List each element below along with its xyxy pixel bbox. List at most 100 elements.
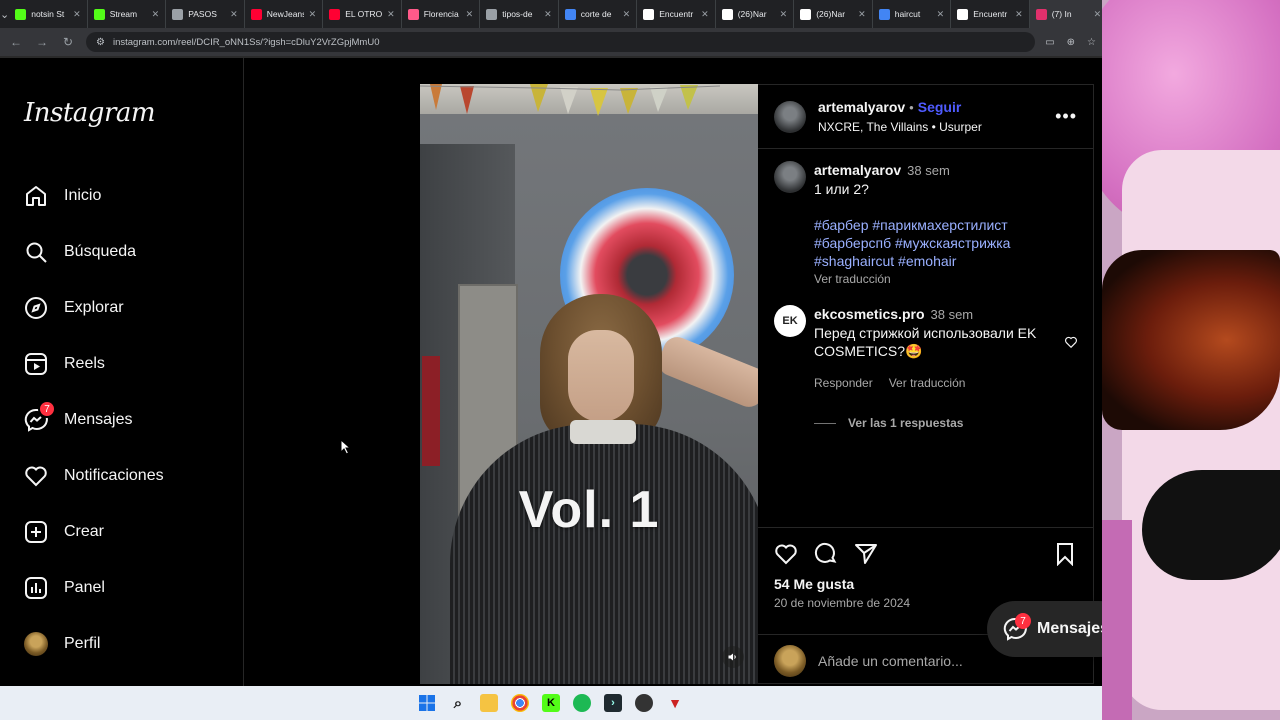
hashtag-line[interactable]: #shaghaircut #emohair [814,252,1010,270]
browser-tab[interactable]: Stream ✕ [88,0,167,28]
author-username[interactable]: artemalyarov [818,99,905,115]
tab-title: Encuentr [659,9,694,19]
sidebar-item-notificaciones[interactable]: Notificaciones [0,448,243,504]
instagram-sidebar: Instagram Inicio Búsqueda Explorar Reels Men… [0,58,244,686]
sidebar-item-label: Inicio [64,187,102,204]
hashtag-line[interactable]: #барбер #парикмахерстилист [814,216,1010,234]
close-tab-icon[interactable]: ✕ [623,9,631,20]
post-actions [774,542,1077,566]
kick-app-icon[interactable]: K [542,694,560,712]
chart-icon [25,577,47,599]
browser-tab[interactable]: notsin St ✕ [9,0,88,28]
post-header: artemalyarov • Seguir NXCRE, The Villains … [758,85,1093,149]
reel-overlay-text: Vol. 1 [518,481,660,539]
tab-title: EL OTRO [345,9,383,19]
browser-tab[interactable]: corte de ✕ [559,0,638,28]
browser-tab[interactable]: (7) In ✕ [1029,0,1102,28]
reload-icon[interactable]: ↻ [60,35,76,49]
spotify-icon[interactable] [573,694,591,712]
windows-start-icon[interactable] [418,694,436,712]
save-bookmark-icon[interactable] [1053,542,1077,566]
browser-tab[interactable]: Encuentr ✕ [637,0,716,28]
reply-link[interactable]: Responder [814,374,873,392]
close-tab-icon[interactable]: ✕ [1094,9,1102,20]
comment-item: EK ekcosmetics.pro 38 sem Перед стрижкой … [774,305,1078,432]
close-tab-icon[interactable]: ✕ [387,9,395,20]
site-info-icon[interactable]: ⚙ [96,37,105,48]
more-options-icon[interactable]: ••• [1055,106,1077,127]
browser-tab[interactable]: EL OTRO ✕ [323,0,402,28]
back-arrow-icon[interactable]: ← [8,35,24,49]
browser-tab[interactable]: Encuentr ✕ [951,0,1030,28]
reel-video[interactable]: Vol. 1 [420,84,758,684]
browser-tab[interactable]: PASOS ✕ [166,0,245,28]
close-tab-icon[interactable]: ✕ [937,9,945,20]
share-paper-plane-icon[interactable] [854,542,878,566]
sidebar-item-perfil[interactable]: Perfil [0,616,243,672]
browser-tab[interactable]: haircut ✕ [873,0,952,28]
browser-tab[interactable]: (26)Nar ✕ [794,0,873,28]
browser-tab[interactable]: tipos-de ✕ [480,0,559,28]
browser-tab[interactable]: (26)Nar ✕ [716,0,795,28]
volume-icon[interactable] [722,646,744,668]
comment-translate-link[interactable]: Ver traducción [889,374,966,392]
sidebar-item-panel[interactable]: Panel [0,560,243,616]
sidebar-item-explorar[interactable]: Explorar [0,280,243,336]
tab-list: notsin St ✕ Stream ✕ PASOS ✕ NewJeans ✕ EL OTRO ✕… [9,0,1102,28]
instagram-logo[interactable]: Instagram [24,98,156,128]
sidebar-item-inicio[interactable]: Inicio [0,168,243,224]
commenter-avatar[interactable]: EK [774,305,806,337]
sidebar-item-reels[interactable]: Reels [0,336,243,392]
sidebar-item-crear[interactable]: Crear [0,504,243,560]
tab-search-chevron-icon[interactable]: ⌄ [0,0,9,28]
kick-icon [93,8,105,20]
url-field[interactable]: ⚙ instagram.com/reel/DCIR_oNN1Ss/?igsh=c… [86,32,1036,52]
close-tab-icon[interactable]: ✕ [780,9,788,20]
my-avatar [774,644,806,677]
sidebar-item-busqueda[interactable]: Búsqueda [0,224,243,280]
app-red-icon[interactable]: ▼ [666,694,684,712]
caption-translate-link[interactable]: Ver traducción [814,270,1010,288]
close-tab-icon[interactable]: ✕ [309,9,317,20]
audio-label[interactable]: NXCRE, The Villains • Usurper [818,120,982,134]
terminal-icon[interactable]: › [604,694,622,712]
browser-tab[interactable]: NewJeans ✕ [245,0,324,28]
file-explorer-icon[interactable] [480,694,498,712]
commenter-username[interactable]: ekcosmetics.pro [814,306,925,322]
tab-title: (26)Nar [816,9,846,19]
comment-like-heart-icon[interactable] [1064,335,1078,354]
browser-tab[interactable]: Florencia ✕ [402,0,481,28]
chrome-icon[interactable] [511,694,529,712]
comment-bubble-icon[interactable] [814,542,838,566]
author-avatar[interactable] [774,100,806,133]
forward-arrow-icon[interactable]: → [34,35,50,49]
tiktok-icon [643,8,655,20]
tab-title: NewJeans [266,9,304,19]
bookmark-star-icon[interactable]: ☆ [1087,37,1096,48]
add-comment-input[interactable]: Añade un comentario... [818,653,963,669]
close-tab-icon[interactable]: ✕ [230,9,238,20]
close-tab-icon[interactable]: ✕ [701,9,709,20]
instagram-icon [1035,8,1047,20]
mouse-cursor-icon [340,439,352,455]
caption-avatar[interactable] [774,161,806,193]
like-heart-icon[interactable] [774,542,798,566]
taskbar-search-icon[interactable]: ⌕ [449,694,467,712]
obs-icon[interactable] [635,694,653,712]
compass-icon [25,297,47,319]
install-app-icon[interactable]: ▭ [1045,37,1054,48]
hashtag-line[interactable]: #барберспб #мужскаястрижка [814,234,1010,252]
close-tab-icon[interactable]: ✕ [466,9,474,20]
caption-username[interactable]: artemalyarov [814,162,901,178]
zoom-icon[interactable]: ⊕ [1067,37,1075,48]
close-tab-icon[interactable]: ✕ [1015,9,1023,20]
close-tab-icon[interactable]: ✕ [544,9,552,20]
youtube-icon [329,8,341,20]
sidebar-item-mensajes[interactable]: Mensajes 7 [0,392,243,448]
close-tab-icon[interactable]: ✕ [73,9,81,20]
close-tab-icon[interactable]: ✕ [152,9,160,20]
close-tab-icon[interactable]: ✕ [858,9,866,20]
follow-button[interactable]: Seguir [918,99,962,115]
likes-count[interactable]: 54 Me gusta [774,576,854,592]
view-replies[interactable]: Ver las 1 respuestas [814,414,1054,432]
